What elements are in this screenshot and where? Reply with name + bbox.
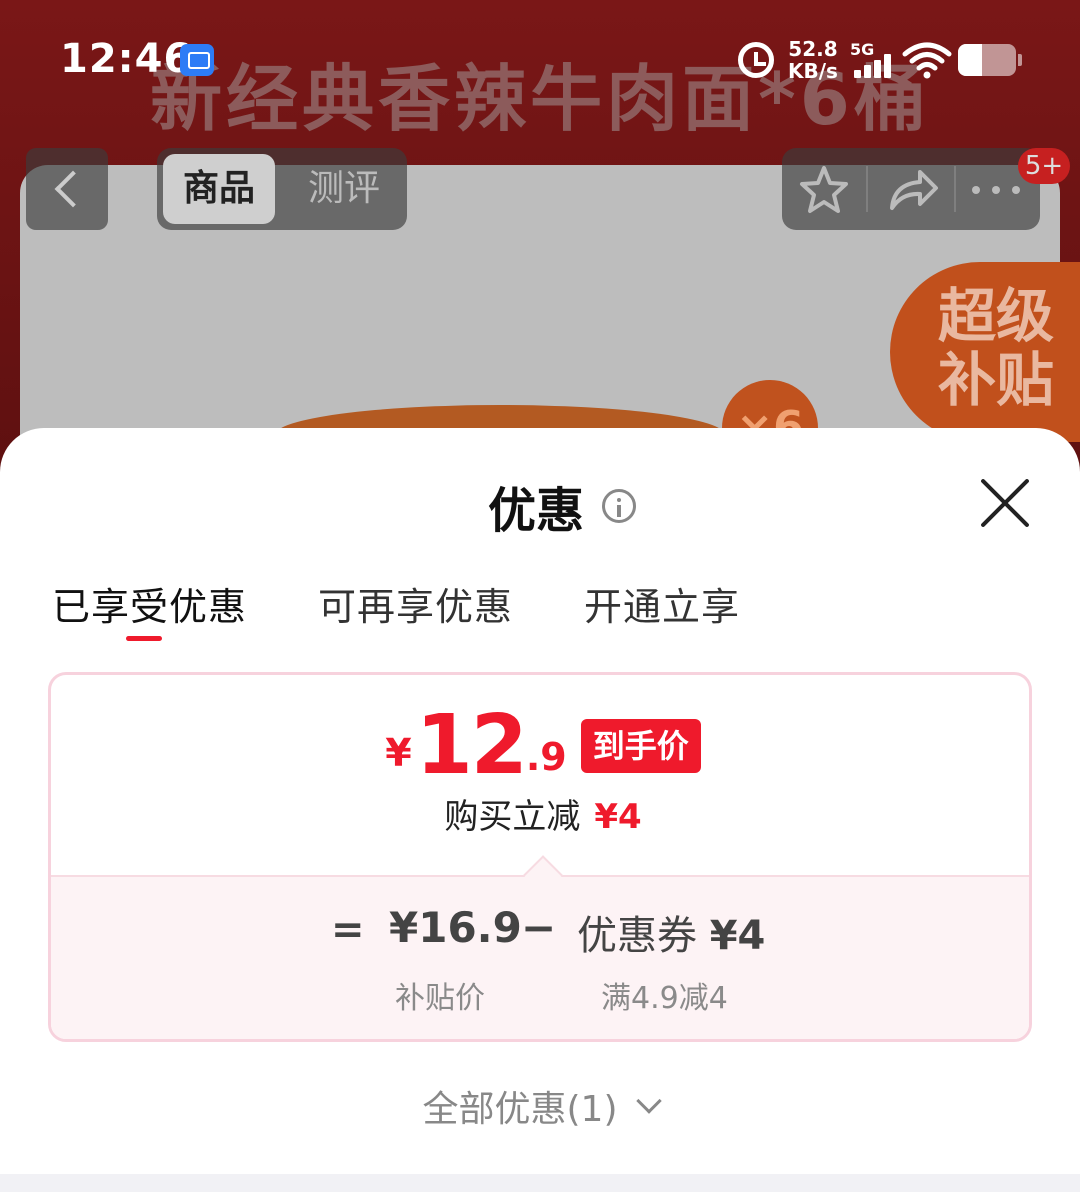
discount-sheet: 优惠 已享受优惠 可再享优惠 开通立享 ¥ 12 .9 到手价 购买立减 ¥4 =… xyxy=(0,428,1080,1192)
all-offers-label: 全部优惠(1) xyxy=(422,1089,618,1130)
instant-discount-value: ¥4 xyxy=(594,797,642,837)
final-price: ¥ 12 .9 到手价 xyxy=(51,698,1029,793)
coupon-condition-caption: 满4.9减4 xyxy=(601,981,728,1016)
tab-review[interactable]: 测评 xyxy=(299,154,389,224)
subsidy-badge: 超级补贴 xyxy=(890,262,1080,442)
price-breakdown-card: ¥ 12 .9 到手价 购买立减 ¥4 = ¥16.9 − 优惠券 ¥4 补贴价 … xyxy=(48,672,1032,1042)
favorite-star-icon[interactable] xyxy=(794,160,854,220)
coupon-amount: 优惠券 ¥4 xyxy=(577,903,765,961)
back-button[interactable] xyxy=(26,148,108,230)
formula-equals: = xyxy=(331,907,365,953)
price-currency: ¥ xyxy=(385,731,412,775)
alarm-icon xyxy=(738,42,774,78)
coupon-value: ¥4 xyxy=(709,913,766,959)
instant-discount: 购买立减 ¥4 xyxy=(51,789,1029,838)
message-count-badge: 5+ xyxy=(1018,148,1070,184)
coupon-label: 优惠券 xyxy=(577,913,697,959)
discount-tabs: 已享受优惠 可再享优惠 开通立享 xyxy=(0,576,1080,656)
battery-icon xyxy=(958,44,1022,76)
price-integer: 12 xyxy=(415,698,528,793)
subsidy-price-value: ¥16.9 xyxy=(389,903,522,952)
all-offers-toggle[interactable]: 全部优惠(1) xyxy=(0,1080,1080,1132)
subsidy-badge-text: 超级补贴 xyxy=(938,282,1055,414)
tab-enjoyed-discounts[interactable]: 已享受优惠 xyxy=(52,576,247,631)
close-icon[interactable] xyxy=(978,476,1032,530)
signal-icon xyxy=(852,54,894,78)
product-tabs: 商品 测评 xyxy=(157,148,407,230)
info-icon[interactable] xyxy=(602,489,637,523)
screen-capture-icon xyxy=(180,44,214,76)
sheet-header: 优惠 xyxy=(488,476,637,539)
price-formula: = ¥16.9 − 优惠券 ¥4 xyxy=(51,903,1029,963)
formula-minus: − xyxy=(521,903,557,952)
instant-discount-label: 购买立减 xyxy=(444,797,581,837)
share-icon[interactable] xyxy=(882,160,942,220)
subsidy-price-caption: 补贴价 xyxy=(395,981,485,1016)
final-price-tag: 到手价 xyxy=(580,719,701,773)
active-tab-indicator xyxy=(126,636,162,641)
sheet-title: 优惠 xyxy=(488,483,585,539)
tab-product[interactable]: 商品 xyxy=(163,154,275,224)
status-time: 12:46 xyxy=(60,36,193,82)
price-decimal: .9 xyxy=(525,735,567,779)
chevron-down-icon xyxy=(635,1088,662,1114)
network-speed-unit: KB/s xyxy=(788,59,838,83)
more-icon[interactable] xyxy=(966,160,1026,220)
wifi-icon xyxy=(902,42,952,79)
bottom-divider xyxy=(0,1174,1080,1192)
nav-actions xyxy=(782,148,1040,230)
tab-more-discounts[interactable]: 可再享优惠 xyxy=(318,576,513,631)
network-speed: 52.8 KB/s xyxy=(788,38,838,82)
network-speed-value: 52.8 xyxy=(788,37,838,61)
tab-activate-discounts[interactable]: 开通立享 xyxy=(584,576,740,631)
status-bar: 12:46 52.8 KB/s 5G xyxy=(0,0,1080,110)
